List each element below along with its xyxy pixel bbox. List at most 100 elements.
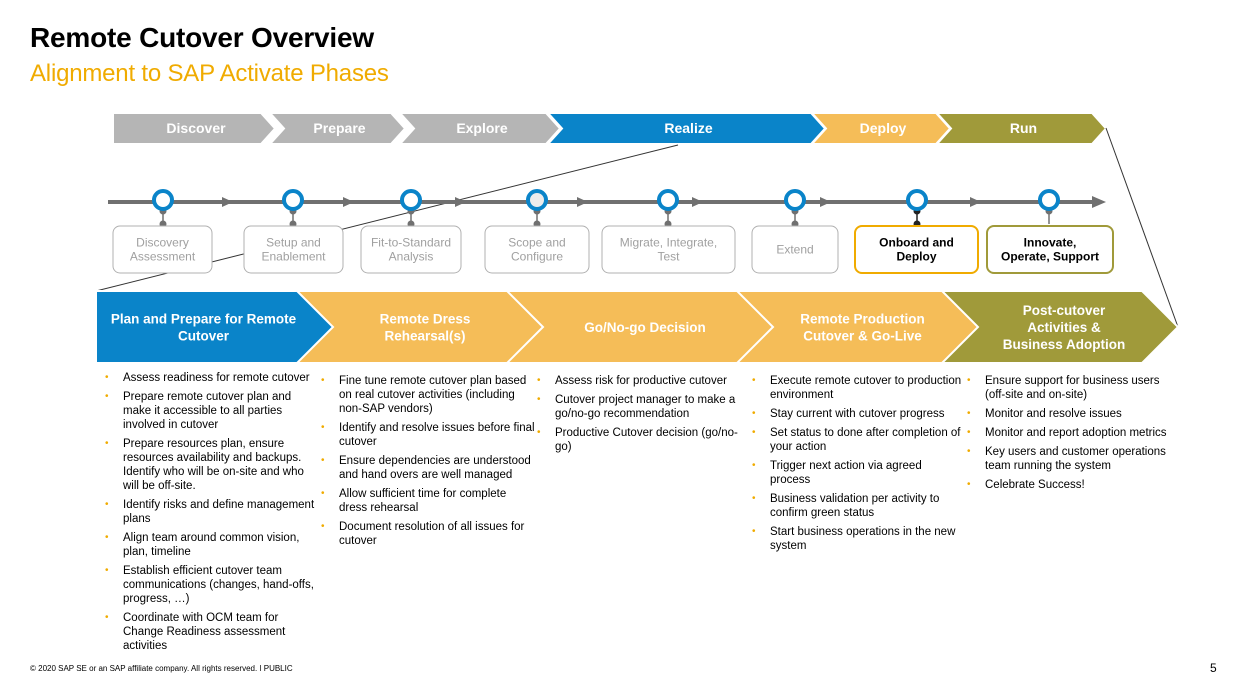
cutover-phase-label: Remote Production: [800, 312, 925, 327]
activity-item: • Fine tune remote cutover plan based on …: [319, 374, 536, 416]
activity-column: • Execute remote cutover to production en…: [750, 374, 965, 558]
activity-item: • Prepare resources plan, ensure resource…: [103, 437, 315, 493]
activity-text: Productive Cutover decision (go/no-go): [555, 427, 738, 453]
milestone-node-icon: [784, 189, 806, 211]
phase-label: Realize: [664, 120, 712, 136]
step-label: Operate, Support: [1001, 250, 1099, 264]
activity-item: • Stay current with cutover progress: [750, 407, 965, 421]
activity-item: • Align team around common vision, plan, …: [103, 531, 315, 559]
cutover-phase-label: Post-cutover: [1023, 303, 1106, 318]
activity-list: • Execute remote cutover to production en…: [750, 374, 965, 553]
activity-item: • Prepare remote cutover plan and make it…: [103, 390, 315, 432]
step-label: Discovery: [136, 236, 189, 250]
step-label: Extend: [776, 243, 813, 257]
step-label: Onboard and: [879, 236, 954, 250]
bullet-icon: •: [967, 427, 971, 438]
step-label: Enablement: [261, 250, 326, 264]
activity-column: • Fine tune remote cutover plan based on …: [319, 374, 536, 553]
activity-item: • Set status to done after completion of …: [750, 426, 965, 454]
activity-item: • Ensure dependencies are understood and …: [319, 454, 536, 482]
activity-item: • Execute remote cutover to production en…: [750, 374, 965, 402]
activity-list: • Assess readiness for remote cutover • Pre…: [103, 371, 315, 653]
cutover-phases-bar: Plan and Prepare for Remote Cutover Remote…: [95, 290, 1180, 364]
bullet-icon: •: [321, 375, 325, 386]
activity-text: Establish efficient cutover team communi…: [123, 565, 314, 605]
phase-label: Discover: [166, 120, 226, 136]
activity-text: Set status to done after completion of y…: [770, 427, 961, 453]
step-label: Migrate, Integrate,: [620, 236, 717, 250]
milestone-node-icon: [1038, 189, 1060, 211]
activity-text: Trigger next action via agreed process: [770, 460, 922, 486]
activity-item: • Document resolution of all issues for c…: [319, 520, 536, 548]
bullet-icon: •: [752, 427, 756, 438]
phase-label: Run: [1010, 120, 1037, 136]
activity-item: • Business validation per activity to con…: [750, 492, 965, 520]
bullet-icon: •: [537, 394, 541, 405]
activity-text: Prepare remote cutover plan and make it …: [123, 391, 292, 431]
milestone-node-icon: [526, 189, 548, 211]
bullet-icon: •: [105, 499, 109, 510]
step-label: Scope and: [508, 236, 565, 250]
bullet-icon: •: [105, 612, 109, 623]
copyright-footer: © 2020 SAP SE or an SAP affiliate compan…: [30, 664, 293, 673]
timeline-arrow-icon: [222, 197, 233, 207]
activity-item: • Cutover project manager to make a go/no…: [535, 393, 740, 421]
cutover-phase-label: Business Adoption: [1003, 337, 1126, 352]
activity-item: • Celebrate Success!: [965, 478, 1175, 492]
step-label: Configure: [511, 250, 563, 264]
cutover-phase-label: Remote Dress: [380, 312, 471, 327]
activate-phase-realize: Realize: [545, 112, 827, 145]
activity-column: • Assess risk for productive cutover • Cuto…: [535, 374, 740, 459]
cutover-phase-label: Activities &: [1027, 320, 1101, 335]
bullet-icon: •: [321, 488, 325, 499]
activate-phase-deploy: Deploy: [809, 112, 952, 145]
activity-list: • Fine tune remote cutover plan based on …: [319, 374, 536, 548]
activity-text: Stay current with cutover progress: [770, 408, 945, 420]
cutover-phase-chevron: Plan and Prepare for Remote Cutover: [95, 290, 337, 364]
step-label: Setup and: [266, 236, 321, 250]
bullet-icon: •: [105, 532, 109, 543]
bullet-icon: •: [967, 408, 971, 419]
activity-item: • Allow sufficient time for complete dres…: [319, 487, 536, 515]
timeline-arrow-icon: [692, 197, 703, 207]
activity-list: • Assess risk for productive cutover • Cuto…: [535, 374, 740, 454]
bullet-icon: •: [321, 455, 325, 466]
bullet-icon: •: [105, 391, 109, 402]
activity-text: Document resolution of all issues for cu…: [339, 521, 525, 547]
step-label: Analysis: [389, 250, 434, 264]
timeline-arrow-icon: [970, 197, 981, 207]
activity-item: • Establish efficient cutover team commun…: [103, 564, 315, 606]
milestone-node-icon: [400, 189, 422, 211]
bullet-icon: •: [967, 375, 971, 386]
timeline-arrow-icon: [577, 197, 588, 207]
bullet-icon: •: [752, 460, 756, 471]
bullet-icon: •: [537, 427, 541, 438]
timeline-arrow-icon: [820, 197, 831, 207]
page-number: 5: [1210, 661, 1217, 675]
cutover-phase-label: Plan and Prepare for Remote: [111, 312, 297, 327]
activity-text: Assess risk for productive cutover: [555, 375, 727, 387]
activity-text: Fine tune remote cutover plan based on r…: [339, 375, 527, 415]
activity-text: Ensure support for business users (off-s…: [985, 375, 1160, 401]
bullet-icon: •: [752, 526, 756, 537]
cutover-phase-label: Cutover: [178, 329, 230, 344]
step-label: Deploy: [896, 250, 936, 264]
activity-item: • Monitor and resolve issues: [965, 407, 1175, 421]
timeline: DiscoveryAssessment Setup andEnablement Fi…: [108, 189, 1114, 274]
activity-text: Align team around common vision, plan, t…: [123, 532, 300, 558]
activity-text: Prepare resources plan, ensure resources…: [123, 438, 304, 492]
activity-item: • Ensure support for business users (off-…: [965, 374, 1175, 402]
activate-phase-discover: Discover: [112, 112, 277, 145]
cutover-phase-label: Rehearsal(s): [384, 329, 465, 344]
activity-item: • Assess risk for productive cutover: [535, 374, 740, 388]
bullet-icon: •: [752, 493, 756, 504]
activate-phases-bar: Discover Prepare Explore Realize Deploy Run: [112, 112, 1108, 145]
activity-item: • Productive Cutover decision (go/no-go): [535, 426, 740, 454]
step-label: Test: [657, 250, 680, 264]
bullet-icon: •: [752, 408, 756, 419]
activity-text: Ensure dependencies are understood and h…: [339, 455, 531, 481]
step-label: Fit-to-Standard: [371, 236, 451, 250]
cutover-phase-chevron: Remote Dress Rehearsal(s): [294, 290, 547, 364]
chevron-shape: [294, 290, 547, 364]
activity-text: Allow sufficient time for complete dress…: [339, 488, 507, 514]
